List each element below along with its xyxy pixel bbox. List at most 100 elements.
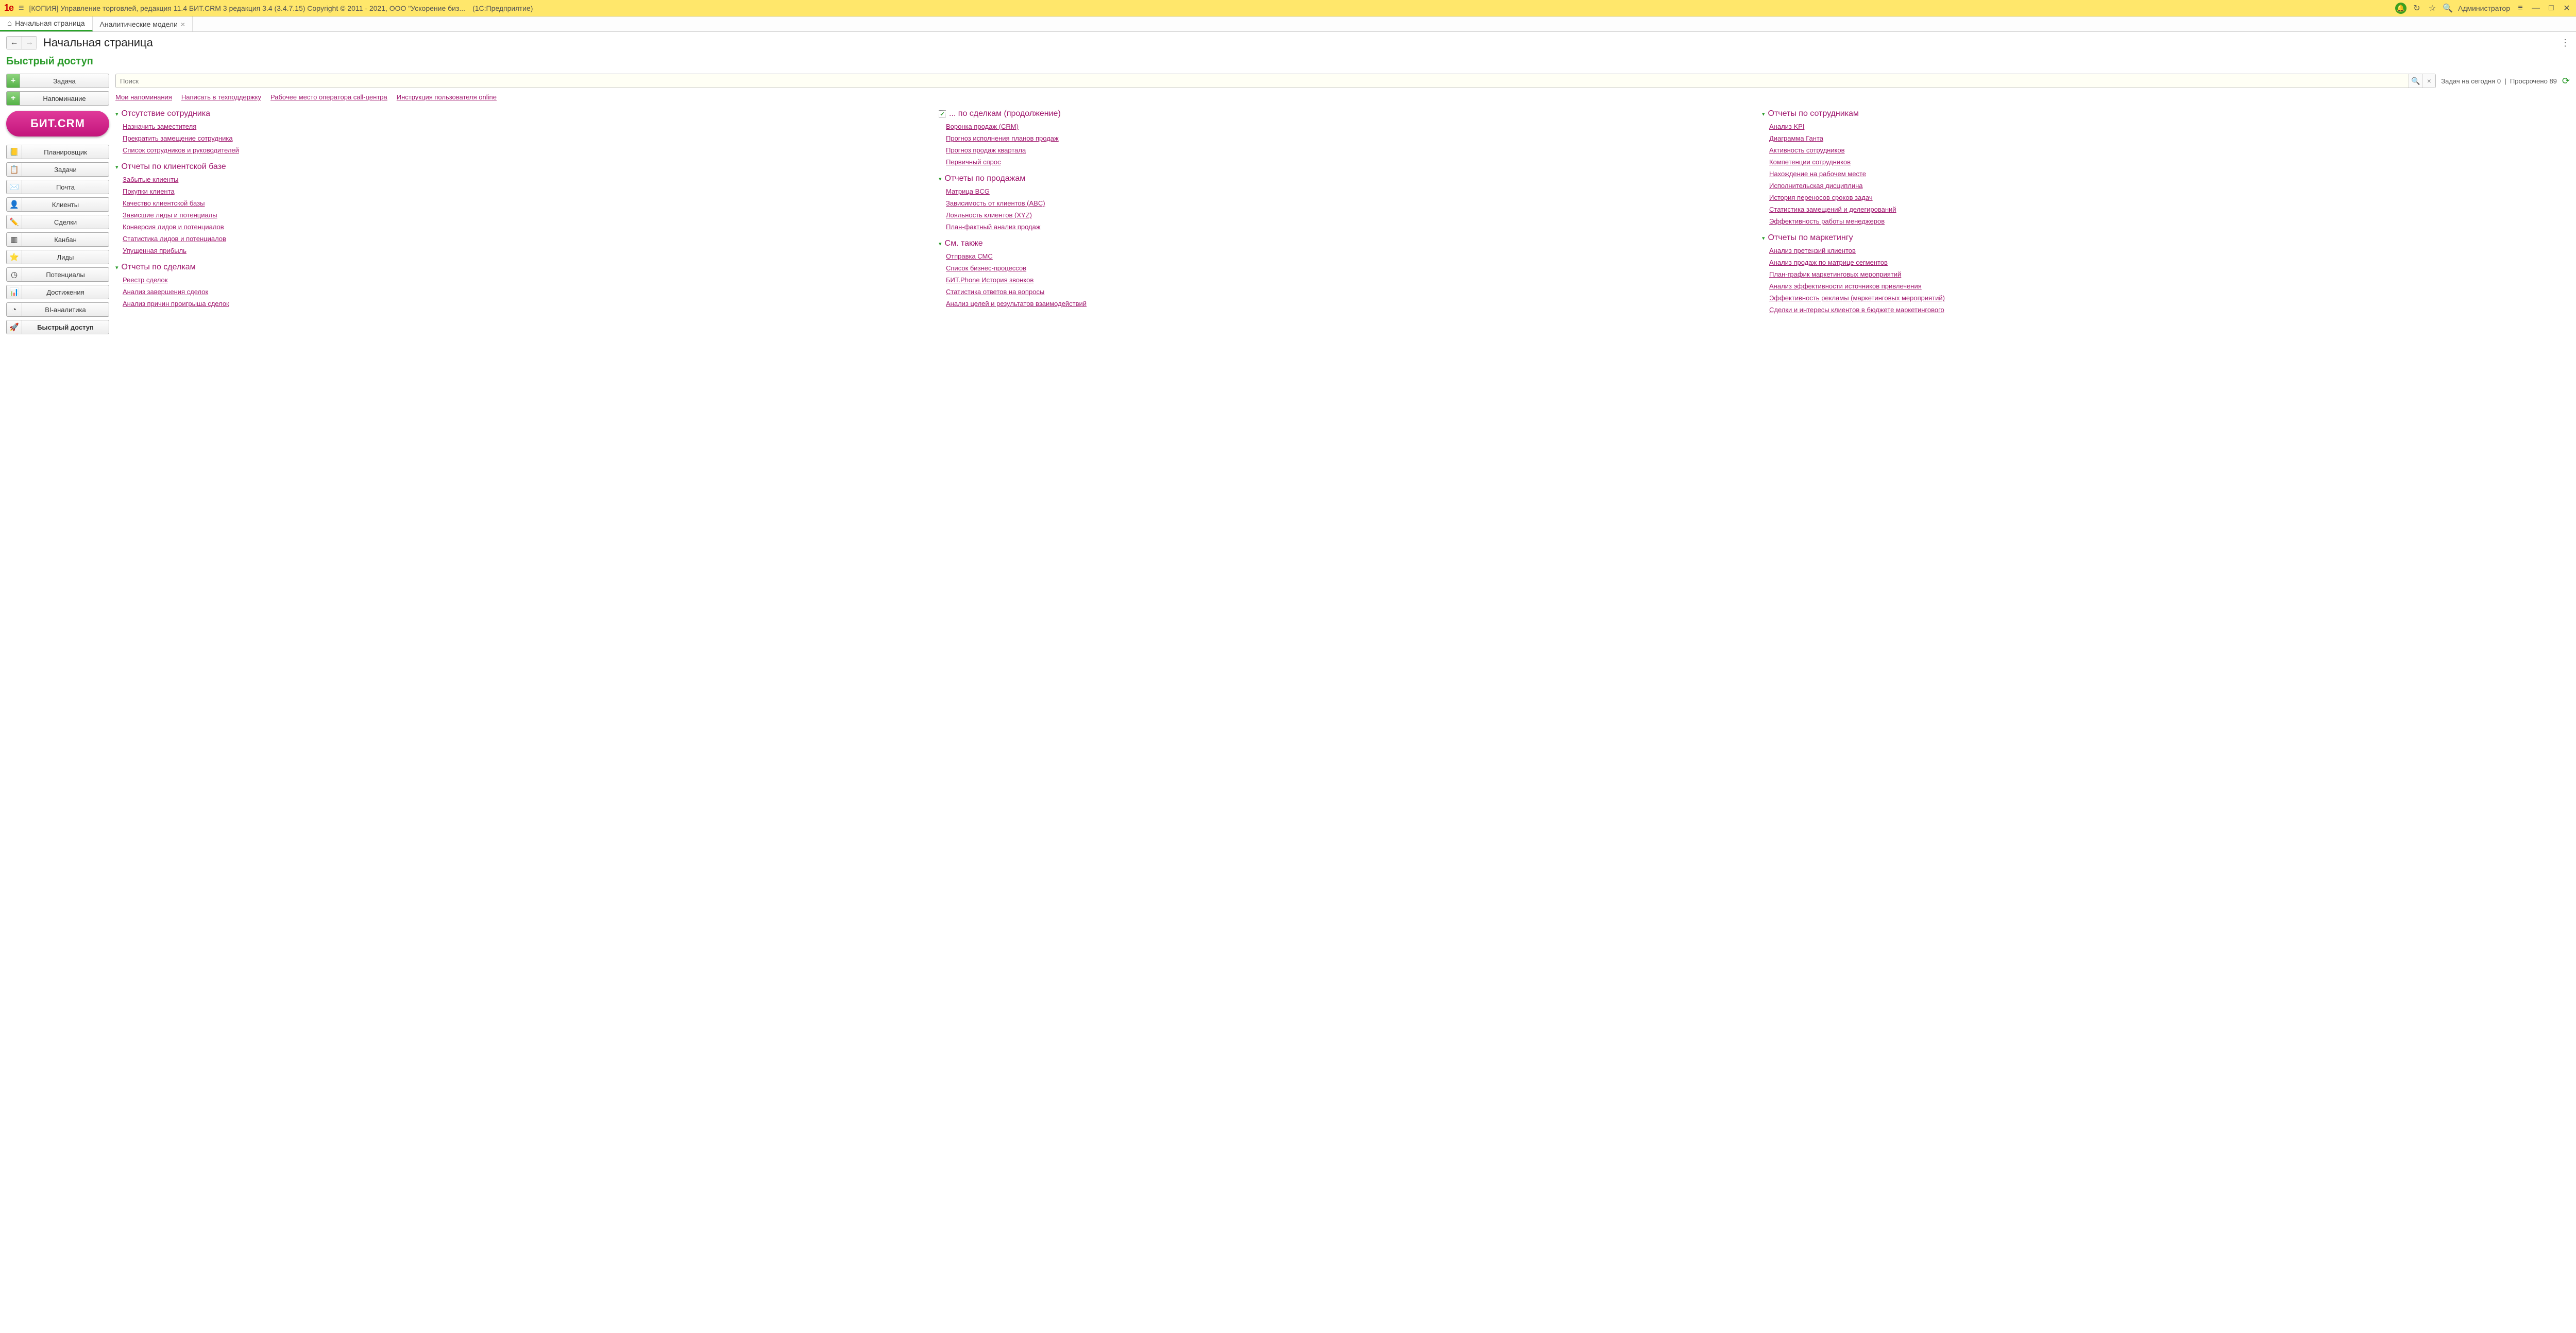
new-reminder-button[interactable]: + Напоминание: [6, 91, 109, 106]
report-link[interactable]: Прогноз исполнения планов продаж: [946, 134, 1747, 142]
sidebar-быстрый-доступ[interactable]: 🚀Быстрый доступ: [6, 320, 109, 334]
report-link[interactable]: Реестр сделок: [123, 276, 923, 284]
back-button[interactable]: ←: [6, 36, 22, 49]
report-link[interactable]: Зависимость от клиентов (ABC): [946, 199, 1747, 207]
section-header[interactable]: ▾Отчеты по клиентской базе: [115, 162, 923, 172]
bit-crm-button[interactable]: БИТ.CRM: [6, 111, 109, 136]
quick-link[interactable]: Мои напоминания: [115, 93, 172, 101]
settings-icon[interactable]: ≡: [2515, 3, 2526, 13]
section-header[interactable]: ✔... по сделкам (продолжение): [939, 109, 1747, 118]
section-header[interactable]: ▾Отчеты по продажам: [939, 174, 1747, 183]
report-link[interactable]: Забытые клиенты: [123, 176, 923, 183]
report-link[interactable]: Компетенции сотрудников: [1769, 158, 2570, 166]
report-link[interactable]: Первичный спрос: [946, 158, 1747, 166]
report-link[interactable]: Статистика замещений и делегирований: [1769, 206, 2570, 213]
quick-link[interactable]: Инструкция пользователя online: [397, 93, 497, 101]
section-header[interactable]: ▾Отчеты по сотрудникам: [1762, 109, 2570, 118]
report-link[interactable]: Эффективность рекламы (маркетинговых мер…: [1769, 294, 2570, 302]
close-icon[interactable]: ✕: [2562, 3, 2572, 13]
report-link[interactable]: Конверсия лидов и потенциалов: [123, 223, 923, 231]
section: ▾См. также Отправка СМС Список бизнес-проц…: [939, 239, 1747, 307]
report-link[interactable]: БИТ.Phone История звонков: [946, 276, 1747, 284]
report-link[interactable]: Нахождение на рабочем месте: [1769, 170, 2570, 178]
search-go-icon[interactable]: 🔍: [2409, 74, 2422, 88]
sidebar-сделки[interactable]: ✏️Сделки: [6, 215, 109, 229]
tab-close-icon[interactable]: ×: [181, 20, 185, 28]
report-link[interactable]: Статистика ответов на вопросы: [946, 288, 1747, 296]
report-link[interactable]: Анализ претензий клиентов: [1769, 247, 2570, 254]
sidebar-label: Сделки: [22, 218, 109, 226]
report-link[interactable]: Сделки и интересы клиентов в бюджете мар…: [1769, 306, 2570, 314]
report-link[interactable]: Исполнительская дисциплина: [1769, 182, 2570, 190]
report-link[interactable]: Отправка СМС: [946, 252, 1747, 260]
search-input[interactable]: [116, 74, 2409, 88]
tab-начальная-страница[interactable]: ⌂Начальная страница: [0, 16, 93, 31]
report-link[interactable]: Статистика лидов и потенциалов: [123, 235, 923, 243]
sidebar-лиды[interactable]: ⭐Лиды: [6, 250, 109, 264]
report-link[interactable]: Анализ завершения сделок: [123, 288, 923, 296]
report-link[interactable]: Зависшие лиды и потенциалы: [123, 211, 923, 219]
section-header[interactable]: ▾См. также: [939, 239, 1747, 248]
report-link[interactable]: Упущенная прибыль: [123, 247, 923, 254]
report-link[interactable]: Анализ продаж по матрице сегментов: [1769, 259, 2570, 266]
sidebar-label: Канбан: [22, 236, 109, 244]
sidebar-потенциалы[interactable]: ◷Потенциалы: [6, 267, 109, 282]
report-link[interactable]: Прекратить замещение сотрудника: [123, 134, 923, 142]
menu-icon[interactable]: ≡: [19, 3, 24, 13]
section-header[interactable]: ▾Отчеты по сделкам: [115, 263, 923, 272]
report-column: ✔... по сделкам (продолжение) Воронка про…: [939, 109, 1747, 322]
report-link[interactable]: Качество клиентской базы: [123, 199, 923, 207]
report-link[interactable]: Эффективность работы менеджеров: [1769, 217, 2570, 225]
new-task-button[interactable]: + Задача: [6, 74, 109, 88]
left-column: + Задача + Напоминание БИТ.CRM 📒Планиров…: [6, 74, 109, 334]
search-icon[interactable]: 🔍: [2443, 3, 2453, 13]
report-link[interactable]: Анализ эффективности источников привлече…: [1769, 282, 2570, 290]
sidebar-клиенты[interactable]: 👤Клиенты: [6, 197, 109, 212]
report-link[interactable]: Диаграмма Ганта: [1769, 134, 2570, 142]
report-link[interactable]: Покупки клиента: [123, 187, 923, 195]
report-link[interactable]: Список сотрудников и руководителей: [123, 146, 923, 154]
tab-аналитические-модели[interactable]: Аналитические модели×: [93, 16, 193, 31]
sidebar-bi-аналитика[interactable]: ◔BI-аналитика: [6, 302, 109, 317]
user-label[interactable]: Администратор: [2458, 4, 2510, 12]
report-link[interactable]: Активность сотрудников: [1769, 146, 2570, 154]
sidebar-icon: 🚀: [7, 320, 22, 334]
sidebar-задачи[interactable]: 📋Задачи: [6, 162, 109, 177]
refresh-icon[interactable]: ⟳: [2562, 76, 2570, 87]
minimize-icon[interactable]: —: [2531, 3, 2541, 13]
sidebar-планировщик[interactable]: 📒Планировщик: [6, 145, 109, 159]
bell-icon[interactable]: 🔔: [2395, 3, 2406, 14]
sidebar-канбан[interactable]: ▥Канбан: [6, 232, 109, 247]
report-link[interactable]: Матрица BCG: [946, 187, 1747, 195]
forward-button[interactable]: →: [22, 36, 37, 49]
history-icon[interactable]: ↻: [2412, 3, 2422, 13]
report-link[interactable]: Воронка продаж (CRM): [946, 123, 1747, 130]
report-link[interactable]: Назначить заместителя: [123, 123, 923, 130]
report-link[interactable]: История переносов сроков задач: [1769, 194, 2570, 201]
report-link[interactable]: План-фактный анализ продаж: [946, 223, 1747, 231]
section-header[interactable]: ▾Отсутствие сотрудника: [115, 109, 923, 118]
sidebar-icon: ✏️: [7, 215, 22, 229]
restore-icon[interactable]: □: [2546, 3, 2556, 13]
home-icon: ⌂: [7, 19, 12, 28]
report-link[interactable]: Анализ целей и результатов взаимодействи…: [946, 300, 1747, 307]
report-link[interactable]: План-график маркетинговых мероприятий: [1769, 270, 2570, 278]
sidebar-label: Лиды: [22, 253, 109, 261]
report-link[interactable]: Анализ KPI: [1769, 123, 2570, 130]
report-link[interactable]: Анализ причин проигрыша сделок: [123, 300, 923, 307]
report-link[interactable]: Лояльность клиентов (XYZ): [946, 211, 1747, 219]
kebab-icon[interactable]: ⋮: [2561, 38, 2570, 48]
section-links: Забытые клиенты Покупки клиента Качество к…: [115, 176, 923, 254]
sidebar-достижения[interactable]: 📊Достижения: [6, 285, 109, 299]
quick-link[interactable]: Написать в техподдержку: [181, 93, 261, 101]
section-header[interactable]: ▾Отчеты по маркетингу: [1762, 233, 2570, 243]
search-field[interactable]: 🔍 ×: [115, 74, 2436, 88]
star-icon[interactable]: ☆: [2427, 3, 2437, 13]
search-clear-icon[interactable]: ×: [2422, 74, 2435, 88]
sidebar-почта[interactable]: ✉️Почта: [6, 180, 109, 194]
section: ▾Отчеты по клиентской базе Забытые клиент…: [115, 162, 923, 254]
report-link[interactable]: Список бизнес-процессов: [946, 264, 1747, 272]
sidebar-label: Быстрый доступ: [22, 323, 109, 331]
quick-link[interactable]: Рабочее место оператора call-центра: [270, 93, 387, 101]
report-link[interactable]: Прогноз продаж квартала: [946, 146, 1747, 154]
